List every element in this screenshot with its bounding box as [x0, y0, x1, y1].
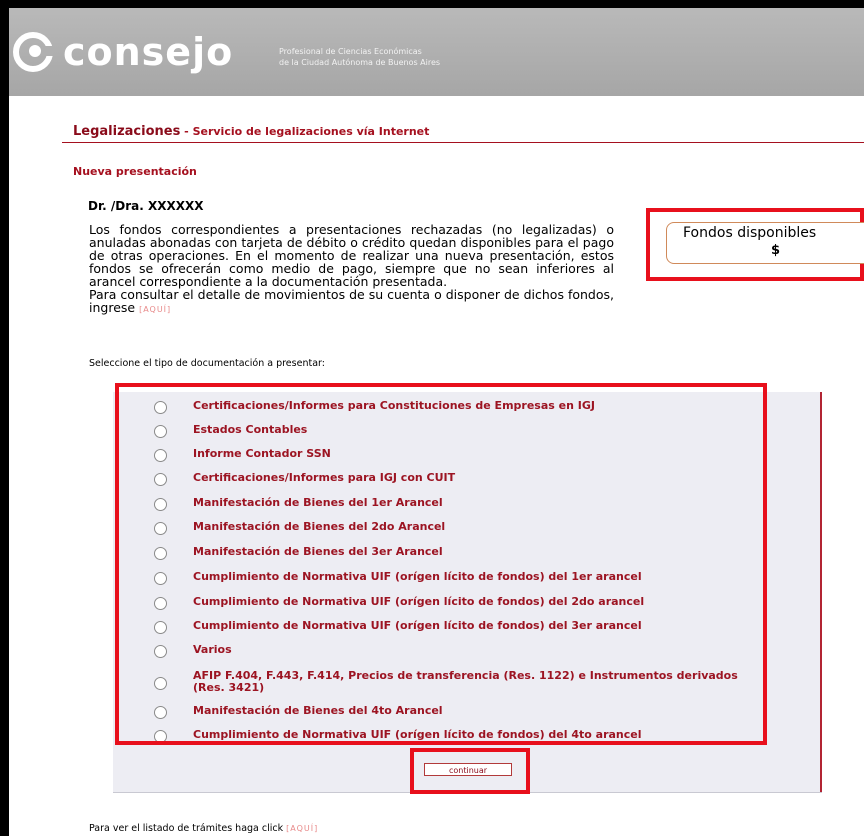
- logo-wordmark: consejo: [63, 30, 234, 74]
- tramites-list-link[interactable]: [AQUÍ]: [286, 824, 318, 833]
- title-divider: [62, 142, 864, 143]
- page-title: Legalizaciones - Servicio de legalizacio…: [73, 124, 430, 139]
- logo-subtitle: Profesional de Ciencias Económicas de la…: [279, 47, 441, 67]
- select-doc-type-label: Seleccione el tipo de documentación a pr…: [89, 358, 325, 369]
- footer-text: Para ver el listado de trámites haga cli…: [89, 823, 319, 834]
- nueva-presentacion-heading: Nueva presentación: [73, 165, 197, 178]
- fondos-disponibles-box: Fondos disponibles $: [666, 222, 864, 264]
- fondos-value: $: [771, 243, 781, 258]
- options-highlight: [115, 383, 767, 745]
- continuar-highlight: continuar: [410, 748, 530, 794]
- fondos-title: Fondos disponibles: [683, 225, 817, 241]
- window-left-border: [0, 0, 9, 836]
- user-name: Dr. /Dra. XXXXXX: [88, 199, 204, 213]
- consejo-logo-icon: [13, 32, 53, 72]
- page-subtitle: Servicio de legalizaciones vía Internet: [192, 125, 430, 138]
- continuar-button[interactable]: continuar: [424, 763, 512, 776]
- window-top-border: [0, 0, 864, 8]
- panel-border-right: [820, 392, 822, 792]
- site-header: consejo Profesional de Ciencias Económic…: [9, 8, 864, 96]
- fondos-highlight: Fondos disponibles $: [646, 208, 864, 281]
- funds-info-text: Los fondos correspondientes a presentaci…: [89, 222, 614, 315]
- funds-detail-link[interactable]: [AQUÍ]: [139, 305, 171, 314]
